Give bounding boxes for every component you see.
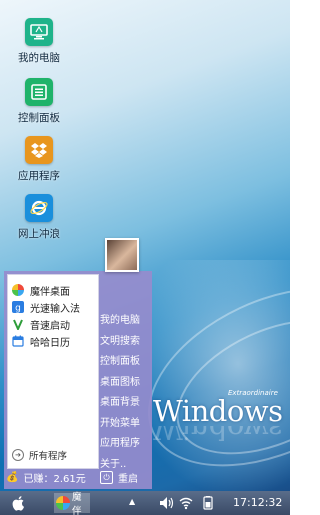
svg-text:g: g	[15, 304, 21, 314]
pinwheel-icon	[56, 496, 70, 510]
app-item-label: 魔伴桌面	[30, 286, 70, 298]
control-panel-icon	[25, 78, 53, 106]
menu-link-start-menu[interactable]: 开始菜单	[100, 414, 140, 435]
desktop-icon-control-panel[interactable]: 控制面板	[8, 78, 70, 125]
calendar-icon	[12, 335, 24, 347]
menu-link-desktop-background[interactable]: 桌面背景	[100, 393, 140, 414]
desktop-icon-label: 控制面板	[18, 112, 60, 124]
wallpaper-brand-reflection: Windows	[153, 426, 283, 446]
input-method-icon: g	[12, 301, 24, 313]
tray-expand-icon[interactable]: ▲	[129, 497, 135, 506]
earnings-label: 已赚：2.61元	[23, 474, 86, 485]
restart-button[interactable]: ⏻ 重启	[100, 470, 138, 485]
computer-icon	[25, 18, 53, 46]
launcher-v-icon	[12, 318, 24, 330]
all-programs-button[interactable]: ➔ 所有程序	[12, 448, 67, 462]
app-item-launcher[interactable]: 音速启动	[12, 316, 70, 332]
app-item-moban-desktop[interactable]: 魔伴桌面	[12, 282, 70, 298]
pinwheel-icon	[12, 284, 24, 296]
restart-label: 重启	[118, 474, 138, 485]
taskbar-app-moban[interactable]: 魔伴	[54, 492, 90, 515]
menu-link-control-panel[interactable]: 控制面板	[100, 352, 140, 373]
desktop-icon-internet[interactable]: 网上冲浪	[8, 194, 70, 241]
desktop: 我的电脑 控制面板 应用程序 网上冲浪 Extraordinaire Windo…	[0, 0, 290, 515]
dropbox-icon	[25, 136, 53, 164]
desktop-icon-label: 应用程序	[18, 170, 60, 182]
desktop-icon-my-computer[interactable]: 我的电脑	[8, 18, 70, 65]
menu-link-search[interactable]: 文明搜索	[100, 332, 140, 353]
clock[interactable]: 17:12:32	[233, 496, 282, 509]
desktop-icon-label: 我的电脑	[18, 52, 60, 64]
volume-icon[interactable]	[159, 496, 175, 510]
money-bag-icon: 💰	[6, 472, 19, 483]
taskbar-app-label: 魔伴	[72, 492, 82, 515]
avatar[interactable]	[105, 238, 139, 272]
all-programs-label: 所有程序	[29, 451, 68, 462]
app-item-label: 音速启动	[30, 320, 70, 332]
desktop-icon-label: 网上冲浪	[18, 228, 60, 240]
wallpaper-brand: Windows	[153, 394, 283, 428]
taskbar: 魔伴 ▲ 17:12:32	[0, 491, 290, 515]
battery-icon[interactable]	[201, 496, 215, 510]
app-item-label: 光速输入法	[30, 303, 80, 315]
start-menu: 魔伴桌面 g 光速输入法 音速启动 哈哈日历 ➔ 所有程序 我的电脑 文明搜索 …	[4, 238, 152, 489]
app-item-label: 哈哈日历	[30, 337, 70, 349]
app-item-input-method[interactable]: g 光速输入法	[12, 299, 80, 315]
apple-start-icon[interactable]	[11, 495, 27, 511]
start-menu-links: 我的电脑 文明搜索 控制面板 桌面图标 桌面背景 开始菜单 应用程序 关于..	[100, 311, 140, 475]
earnings-status: 💰 已赚：2.61元	[6, 470, 86, 485]
app-item-calendar[interactable]: 哈哈日历	[12, 333, 70, 349]
desktop-icon-applications[interactable]: 应用程序	[8, 136, 70, 183]
arrow-right-icon: ➔	[12, 449, 24, 461]
menu-link-desktop-icons[interactable]: 桌面图标	[100, 373, 140, 394]
menu-link-applications[interactable]: 应用程序	[100, 434, 140, 455]
menu-link-my-computer[interactable]: 我的电脑	[100, 311, 140, 332]
internet-explorer-icon	[25, 194, 53, 222]
power-icon: ⏻	[100, 471, 113, 484]
start-menu-app-list: 魔伴桌面 g 光速输入法 音速启动 哈哈日历 ➔ 所有程序	[7, 274, 99, 469]
wifi-icon[interactable]	[179, 496, 193, 510]
